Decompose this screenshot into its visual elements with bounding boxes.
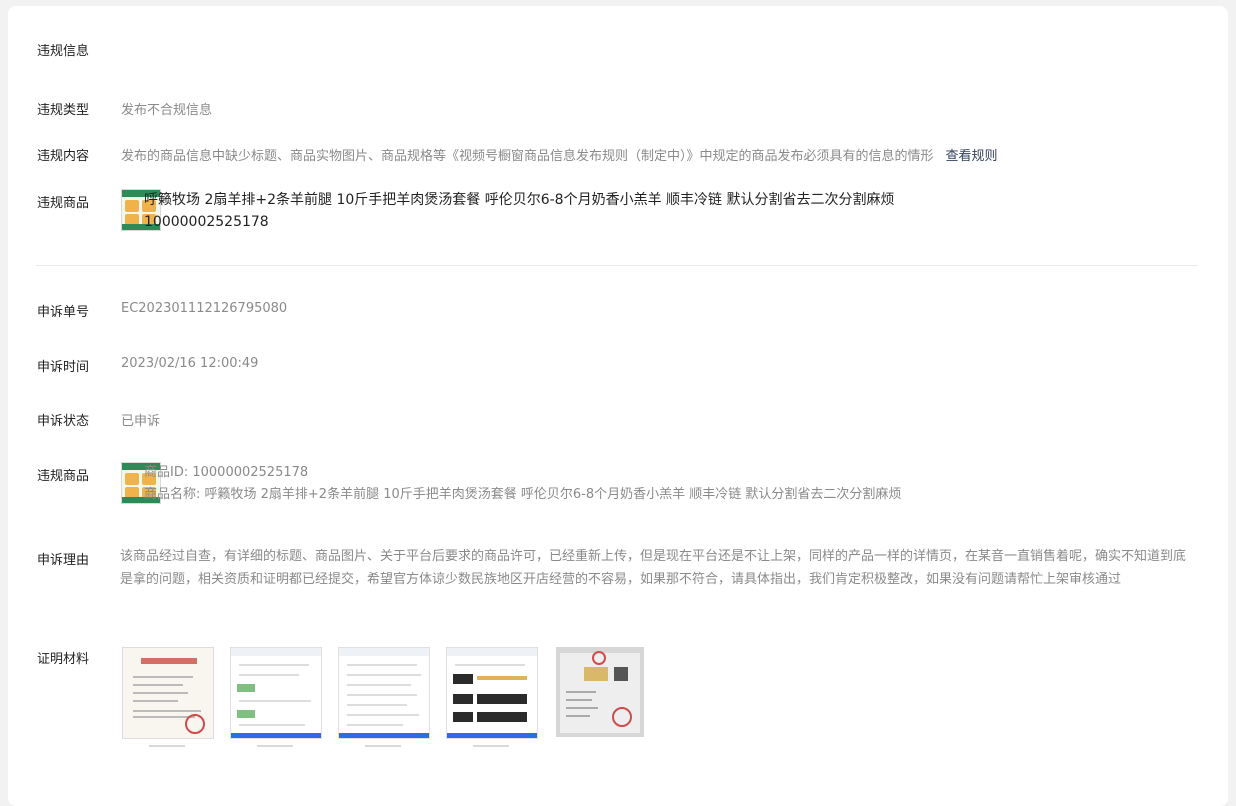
- material-divider: [365, 745, 401, 747]
- material-divider: [149, 745, 185, 747]
- violation-content-text: 发布的商品信息中缺少标题、商品实物图片、商品规格等《视频号橱窗商品信息发布规则（…: [121, 149, 934, 164]
- appeal-status-value: 已申诉: [121, 414, 161, 429]
- violation-product-label: 违规商品: [37, 196, 90, 211]
- material-image-screenshot-2[interactable]: [338, 647, 430, 739]
- view-rules-link[interactable]: 查看规则: [946, 149, 998, 164]
- material-image-screenshot-3[interactable]: [446, 647, 538, 739]
- materials-label: 证明材料: [37, 652, 90, 667]
- violation-product-name: 呼籁牧场 2扇羊排+2条羊前腿 10斤手把羊肉煲汤套餐 呼伦贝尔6-8个月奶香小…: [144, 192, 895, 208]
- appeal-reason-value: 该商品经过自查，有详细的标题、商品图片、关于平台后要求的商品许可，已经重新上传，…: [120, 549, 1187, 587]
- section-title: 违规信息: [37, 44, 90, 59]
- material-divider: [473, 745, 509, 747]
- appeal-product-name: 商品名称: 呼籁牧场 2扇羊排+2条羊前腿 10斤手把羊肉煲汤套餐 呼伦贝尔6-…: [144, 487, 902, 502]
- appeal-time-value: 2023/02/16 12:00:49: [121, 356, 259, 371]
- violation-type-label: 违规类型: [37, 103, 90, 118]
- violation-content-label: 违规内容: [37, 149, 90, 164]
- violation-product-id: 10000002525178: [144, 214, 269, 230]
- appeal-reason-label: 申诉理由: [37, 553, 90, 568]
- material-image-license[interactable]: [556, 647, 644, 737]
- material-divider: [257, 745, 293, 747]
- section-divider: [36, 265, 1198, 266]
- material-image-screenshot-1[interactable]: [230, 647, 322, 739]
- appeal-status-label: 申诉状态: [37, 414, 90, 429]
- violation-content-value: 发布的商品信息中缺少标题、商品实物图片、商品规格等《视频号橱窗商品信息发布规则（…: [121, 145, 998, 164]
- appeal-no-value: EC202301112126795080: [121, 301, 288, 316]
- appeal-product-id: 商品ID: 10000002525178: [144, 465, 309, 480]
- appeal-product-label: 违规商品: [37, 469, 90, 484]
- material-image-certificate[interactable]: [122, 647, 214, 739]
- appeal-detail-card: 违规信息 违规类型 发布不合规信息 违规内容 发布的商品信息中缺少标题、商品实物…: [8, 6, 1228, 806]
- appeal-no-label: 申诉单号: [37, 305, 90, 320]
- appeal-time-label: 申诉时间: [37, 360, 90, 375]
- violation-type-value: 发布不合规信息: [121, 103, 213, 118]
